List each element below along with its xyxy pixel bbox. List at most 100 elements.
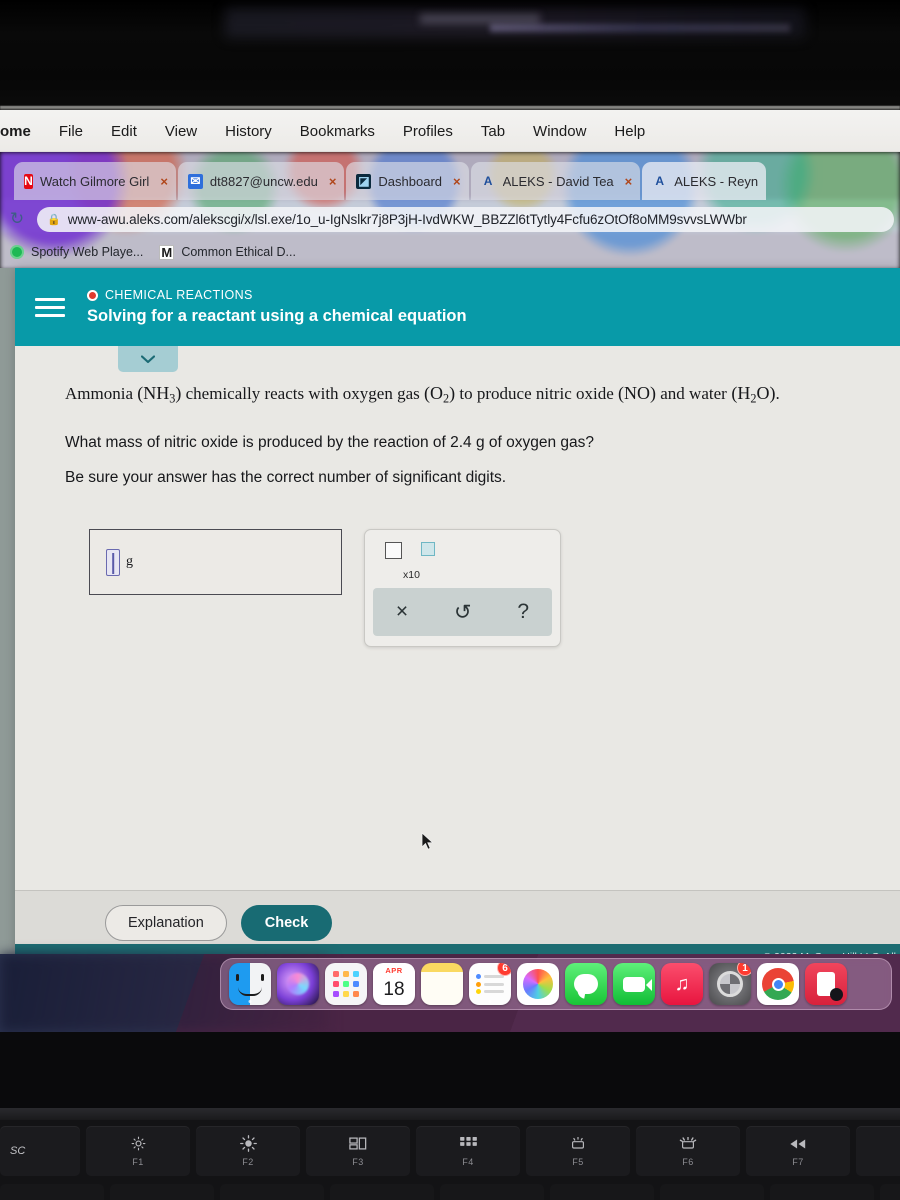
chrome-icon[interactable] (757, 963, 799, 1005)
aleks-page: CHEMICAL REACTIONS Solving for a reactan… (15, 268, 900, 954)
key-escape[interactable]: SC (0, 1126, 80, 1176)
laptop-bezel (0, 0, 900, 110)
statement-mid1: chemically reacts with oxygen gas (185, 384, 420, 403)
messages-icon[interactable] (565, 963, 607, 1005)
key-f5[interactable]: F5 (526, 1126, 630, 1176)
bezel-reflection-streak (490, 24, 790, 32)
key-row2-item[interactable] (0, 1184, 104, 1200)
menu-item-view[interactable]: View (151, 123, 211, 140)
key-f3[interactable]: F3 (306, 1126, 410, 1176)
tab-aleks-david[interactable]: A ALEKS - David Tea × (470, 162, 641, 200)
page-viewport: CHEMICAL REACTIONS Solving for a reactan… (0, 268, 900, 966)
formula-nitric-oxide: (NO) (618, 383, 657, 403)
bookmark-common-ethical[interactable]: M Common Ethical D... (159, 244, 296, 260)
tab-close-icon[interactable]: × (329, 174, 337, 189)
notes-icon[interactable] (421, 963, 463, 1005)
tab-close-icon[interactable]: × (453, 174, 461, 189)
key-row2-item[interactable] (440, 1184, 544, 1200)
spotify-icon (10, 245, 24, 259)
key-f1[interactable]: F1 (86, 1126, 190, 1176)
chevron-down-icon (141, 354, 155, 363)
macos-menu-bar: ome File Edit View History Bookmarks Pro… (0, 110, 900, 152)
menu-item-profiles[interactable]: Profiles (389, 123, 467, 140)
url-text: www-awu.aleks.com/alekscgi/x/lsl.exe/1o_… (67, 211, 747, 227)
key-f2[interactable]: F2 (196, 1126, 300, 1176)
bezel-reflection-highlight (420, 14, 540, 24)
statement-mid3: and water (660, 384, 727, 403)
menu-item-tab[interactable]: Tab (467, 123, 519, 140)
menu-item-window[interactable]: Window (519, 123, 600, 140)
explanation-button[interactable]: Explanation (105, 904, 227, 941)
tab-gilmore-girls[interactable]: N Watch Gilmore Girl × (14, 162, 176, 200)
formula-ammonia: (NH3) (137, 383, 182, 406)
calendar-icon[interactable]: APR 18 (373, 963, 415, 1005)
macos-dock: APR 18 6 ♫ 1 (220, 958, 892, 1010)
key-row2-item[interactable] (220, 1184, 324, 1200)
key-f7[interactable]: F7 (746, 1126, 850, 1176)
topic-dot-icon (87, 289, 98, 301)
key-f4[interactable]: F4 (416, 1126, 520, 1176)
hamburger-icon[interactable] (35, 297, 65, 317)
menu-item-chrome[interactable]: ome (0, 123, 45, 140)
math-tool-panel: x10 × ↺ ? (364, 529, 561, 648)
netflix-icon: N (24, 173, 33, 189)
tab-close-icon[interactable]: × (160, 174, 168, 189)
bookmarks-bar: Spotify Web Playe... M Common Ethical D.… (0, 236, 900, 268)
reminders-rows (476, 972, 504, 997)
key-row2-item[interactable] (660, 1184, 764, 1200)
music-icon[interactable]: ♫ (661, 963, 703, 1005)
siri-icon[interactable] (277, 963, 319, 1005)
menu-item-bookmarks[interactable]: Bookmarks (286, 123, 389, 140)
reminders-icon[interactable]: 6 (469, 963, 511, 1005)
brightness-down-icon (131, 1136, 146, 1152)
menu-item-history[interactable]: History (211, 123, 286, 140)
key-row2-item[interactable] (110, 1184, 214, 1200)
launchpad-icon[interactable] (325, 963, 367, 1005)
statement-end: . (775, 384, 780, 403)
text-caret-icon (106, 548, 120, 576)
menu-item-edit[interactable]: Edit (97, 123, 151, 140)
tab-aleks-active[interactable]: A ALEKS - Reyn (642, 162, 767, 200)
system-preferences-icon[interactable]: 1 (709, 963, 751, 1005)
key-row2-item[interactable] (550, 1184, 654, 1200)
finder-smile (238, 987, 262, 996)
key-row2-item[interactable] (770, 1184, 874, 1200)
menu-item-help[interactable]: Help (600, 123, 659, 140)
menu-item-file[interactable]: File (45, 123, 97, 140)
collapse-panel-button[interactable] (118, 346, 178, 372)
key-f6[interactable]: F6 (636, 1126, 740, 1176)
photos-icon[interactable] (517, 963, 559, 1005)
answer-input[interactable]: g (89, 529, 342, 596)
facetime-icon[interactable] (613, 963, 655, 1005)
header-text: CHEMICAL REACTIONS Solving for a reactan… (87, 288, 467, 326)
key-row2-item[interactable] (330, 1184, 434, 1200)
check-button[interactable]: Check (240, 904, 333, 941)
scientific-notation-button[interactable]: x10 (365, 542, 560, 582)
address-bar[interactable]: 🔒 www-awu.aleks.com/alekscgi/x/lsl.exe/1… (37, 206, 894, 232)
running-indicator (776, 1000, 780, 1003)
key-row2-item[interactable] (880, 1184, 900, 1200)
bookmark-spotify[interactable]: Spotify Web Playe... (10, 245, 143, 259)
problem-question: What mass of nitric oxide is produced by… (65, 434, 595, 452)
key-f8[interactable]: F8 (856, 1126, 900, 1176)
statement-mid2: to produce nitric oxide (459, 384, 614, 403)
reload-icon[interactable]: ↻ (6, 209, 28, 229)
clear-icon[interactable]: × (396, 600, 408, 624)
finder-icon[interactable] (229, 963, 271, 1005)
help-icon[interactable]: ? (517, 600, 529, 624)
app-icon[interactable] (805, 963, 847, 1005)
tab-close-icon[interactable]: × (625, 174, 633, 189)
answer-row: g x10 × ↺ ? (65, 529, 860, 648)
tab-dashboard[interactable]: ◪ Dashboard × (346, 162, 469, 200)
canvas-icon: ◪ (356, 173, 372, 189)
key-fn-label: F1 (132, 1156, 144, 1167)
omnibar-row: ↻ 🔒 www-awu.aleks.com/alekscgi/x/lsl.exe… (0, 202, 900, 236)
launchpad-icon (459, 1136, 477, 1152)
formula-water: (H2O) (726, 383, 776, 406)
undo-icon[interactable]: ↺ (454, 600, 472, 625)
tab-label: Dashboard (378, 173, 443, 189)
aleks-icon: A (483, 174, 493, 188)
tab-email[interactable]: ✉ dt8827@uncw.edu × (177, 162, 345, 200)
launchpad-grid (333, 971, 359, 997)
tab-label: dt8827@uncw.edu (209, 173, 318, 189)
